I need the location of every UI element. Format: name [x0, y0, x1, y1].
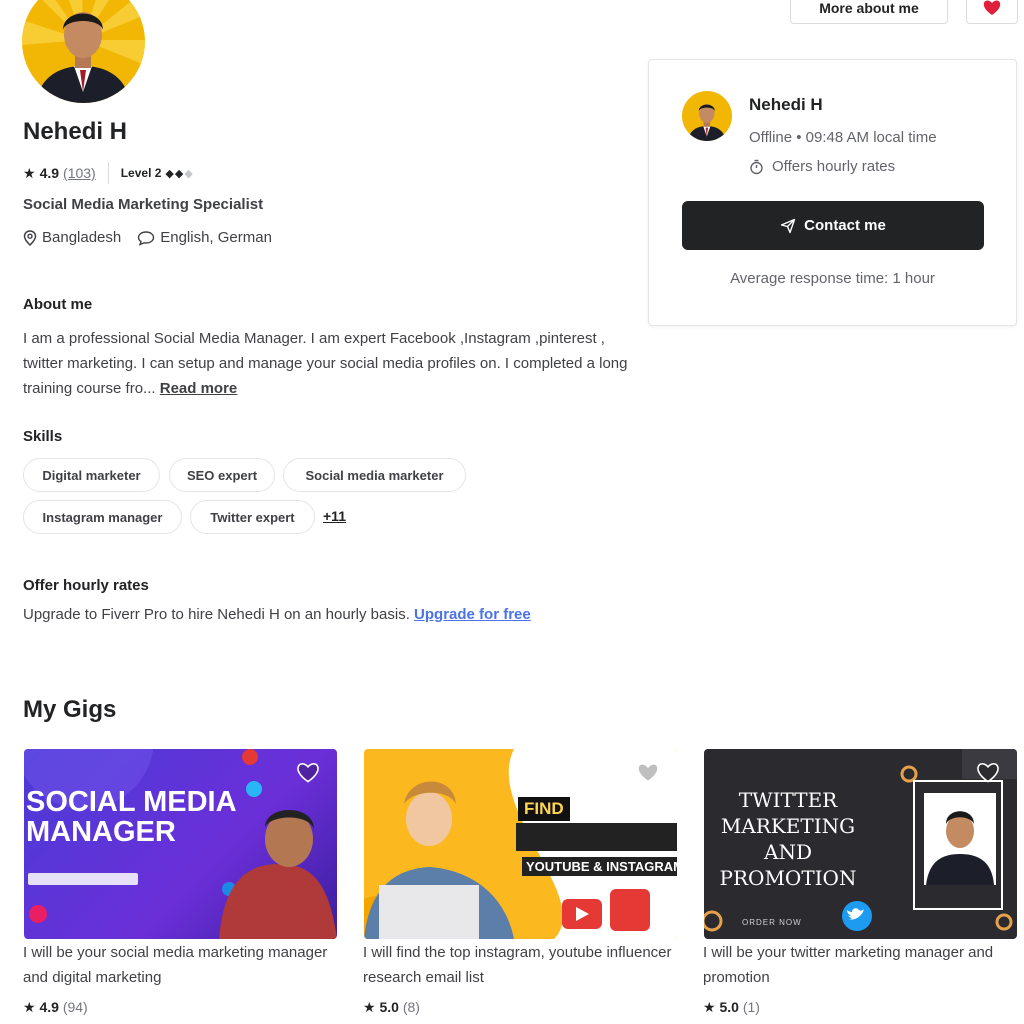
gig-image-text: MANAGER — [26, 816, 176, 848]
level-diamonds-icon: ◆◆◆ — [165, 167, 194, 180]
gig-rating-count: (94) — [62, 999, 88, 1015]
gig-rating: ★ 5.0 (1) — [703, 999, 760, 1016]
gig-image-text: TWITTER — [738, 788, 838, 812]
avatar — [22, 0, 145, 103]
about-text-block: I am a professional Social Media Manager… — [23, 326, 633, 401]
gig-image-text: PROMOTION — [719, 866, 857, 890]
hourly-text-block: Upgrade to Fiverr Pro to hire Nehedi H o… — [23, 606, 531, 623]
rating-row: ★ 4.9 (103) Level 2 ◆◆◆ — [23, 162, 194, 184]
seller-name: Nehedi H — [23, 118, 128, 145]
seller-country: Bangladesh — [42, 229, 122, 246]
seller-languages: English, German — [160, 229, 272, 246]
read-more-link[interactable]: Read more — [160, 380, 238, 397]
gig-rating-score: 5.0 — [379, 999, 399, 1015]
gig-rating: ★ 4.9 (94) — [23, 999, 88, 1016]
gig-title[interactable]: I will be your social media marketing ma… — [23, 940, 341, 990]
gig-image-text: YOUTUBE & INSTAGRAM — [522, 857, 677, 876]
seller-level: Level 2 — [120, 166, 162, 180]
online-status: Offline • 09:48 AM local time — [749, 129, 937, 146]
contact-me-label: Contact me — [804, 217, 886, 234]
divider — [107, 162, 109, 184]
gig-title[interactable]: I will find the top instagram, youtube i… — [363, 940, 681, 990]
gig-image-text: MARKETING — [720, 814, 856, 838]
save-seller-button[interactable] — [966, 0, 1018, 24]
rating-score: 4.9 — [39, 165, 60, 181]
send-icon — [780, 218, 796, 234]
more-about-me-button[interactable]: More about me — [790, 0, 948, 24]
gigs-heading: My Gigs — [23, 696, 117, 723]
gig-rating-score: 5.0 — [719, 999, 739, 1015]
location-pin-icon — [23, 229, 37, 246]
gig-rating: ★ 5.0 (8) — [363, 999, 420, 1016]
gig-thumbnail[interactable]: TWITTER MARKETING AND PROMOTION ORDER NO… — [704, 749, 1017, 939]
gig-image-text: FIND — [518, 797, 570, 821]
gig-image-text: INFLUENCER — [534, 819, 677, 848]
skill-chip[interactable]: Digital marketer — [23, 458, 160, 492]
skill-chip[interactable]: Social media marketer — [283, 458, 466, 492]
star-icon: ★ — [363, 999, 376, 1015]
offers-hourly: Offers hourly rates — [749, 158, 895, 175]
gig-image-text: SOCIAL MEDIA — [26, 786, 237, 818]
upgrade-link[interactable]: Upgrade for free — [414, 606, 531, 623]
speech-bubble-icon — [137, 230, 155, 246]
star-icon: ★ — [23, 164, 36, 181]
more-skills-link[interactable]: +11 — [323, 508, 346, 524]
heart-icon[interactable] — [977, 763, 999, 788]
skill-chip[interactable]: Instagram manager — [23, 500, 182, 534]
stopwatch-icon — [749, 159, 764, 175]
gig-title[interactable]: I will be your twitter marketing manager… — [703, 940, 1021, 990]
skill-chip[interactable]: SEO expert — [169, 458, 275, 492]
about-heading: About me — [23, 296, 93, 313]
gig-rating-count: (8) — [402, 999, 420, 1015]
gig-thumbnail[interactable]: SOCIAL MEDIA MANAGER — [24, 749, 337, 939]
response-time: Average response time: 1 hour — [730, 270, 935, 287]
hourly-heading: Offer hourly rates — [23, 577, 149, 594]
star-icon: ★ — [23, 999, 36, 1015]
heart-icon[interactable] — [637, 763, 659, 788]
reviews-count-link[interactable]: (103) — [63, 165, 96, 181]
gig-thumbnail[interactable]: FIND INFLUENCER YOUTUBE & INSTAGRAM — [364, 749, 677, 939]
gig-image-text: AND — [764, 840, 812, 864]
seller-title: Social Media Marketing Specialist — [23, 196, 264, 213]
gig-rating-score: 4.9 — [39, 999, 59, 1015]
heart-icon — [983, 0, 1001, 15]
card-seller-name: Nehedi H — [749, 95, 823, 114]
skill-chip[interactable]: Twitter expert — [190, 500, 315, 534]
skills-heading: Skills — [23, 428, 63, 445]
offers-hourly-label: Offers hourly rates — [772, 158, 896, 175]
heart-icon[interactable] — [297, 763, 319, 788]
about-text: I am a professional Social Media Manager… — [23, 330, 628, 397]
gig-image-text: ORDER NOW — [742, 918, 802, 927]
contact-me-button[interactable]: Contact me — [682, 201, 984, 250]
seller-meta: Bangladesh English, German — [23, 229, 272, 246]
gig-rating-count: (1) — [742, 999, 760, 1015]
avatar — [682, 91, 732, 141]
star-icon: ★ — [703, 999, 716, 1015]
hourly-text: Upgrade to Fiverr Pro to hire Nehedi H o… — [23, 606, 410, 623]
